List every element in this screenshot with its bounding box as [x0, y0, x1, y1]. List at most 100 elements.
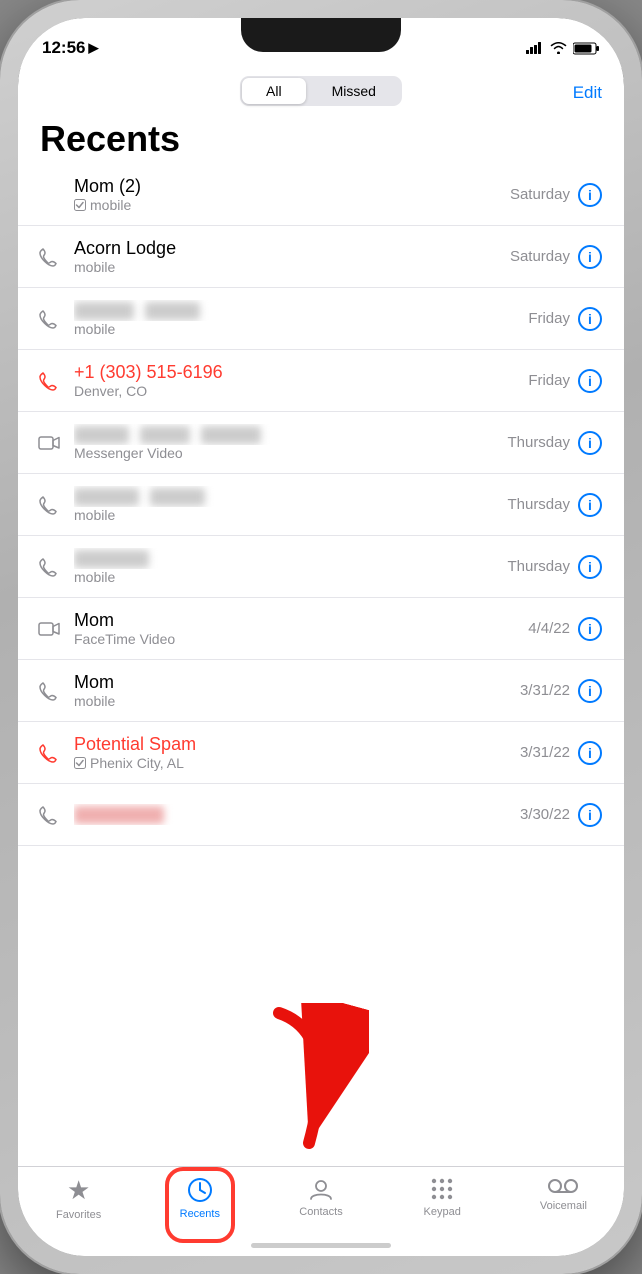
call-type-icon [34, 242, 64, 272]
call-info: +1 (303) 515-6196 Denver, CO [74, 362, 528, 399]
video-icon [38, 435, 60, 451]
call-item[interactable]: mobile Friday i [18, 288, 624, 350]
tab-label-voicemail: Voicemail [540, 1200, 587, 1212]
tab-label-contacts: Contacts [299, 1206, 342, 1218]
tab-item-keypad[interactable]: Keypad [382, 1175, 503, 1218]
call-right: Thursday i [507, 555, 602, 579]
info-button[interactable]: i [578, 493, 602, 517]
call-item[interactable]: +1 (303) 515-6196 Denver, CO Friday i [18, 350, 624, 412]
call-type-icon [34, 366, 64, 396]
notch [241, 18, 401, 52]
caller-name: +1 (303) 515-6196 [74, 362, 528, 383]
contacts-icon [307, 1175, 335, 1203]
info-button[interactable]: i [578, 369, 602, 393]
call-date: 3/31/22 [520, 744, 570, 761]
phone-icon [39, 681, 59, 701]
call-date: Saturday [510, 186, 570, 203]
call-item[interactable]: Messenger Video Thursday i [18, 412, 624, 474]
blurred-name [140, 426, 190, 444]
info-button[interactable]: i [578, 741, 602, 765]
caller-name: Mom [74, 672, 520, 693]
blurred-name [74, 806, 164, 824]
info-button[interactable]: i [578, 803, 602, 827]
tab-missed[interactable]: Missed [308, 78, 400, 104]
call-info: Potential Spam Phenix City, AL [74, 734, 520, 771]
call-item[interactable]: 3/30/22 i [18, 784, 624, 846]
tab-item-recents[interactable]: Recents [139, 1175, 260, 1220]
phone-frame: 12:56 ▶ [0, 0, 642, 1274]
page-title: Recents [18, 110, 624, 164]
status-time: 12:56 ▶ [42, 38, 98, 58]
call-info: Mom mobile [74, 672, 520, 709]
location-icon: ▶ [88, 40, 98, 56]
call-info: Mom FaceTime Video [74, 610, 528, 647]
keypad-icon [428, 1175, 456, 1203]
screen: 12:56 ▶ [18, 18, 624, 1256]
info-button[interactable]: i [578, 183, 602, 207]
call-item[interactable]: mobile Thursday i [18, 474, 624, 536]
call-subtype: Messenger Video [74, 445, 507, 461]
blurred-name [74, 488, 139, 506]
call-item[interactable]: Mom (2) mobile Saturday i [18, 164, 624, 226]
blurred-name [201, 426, 261, 444]
call-type-icon [34, 304, 64, 334]
segmented-wrap: All Missed [240, 76, 402, 106]
call-type-icon [34, 676, 64, 706]
info-button[interactable]: i [578, 617, 602, 641]
blurred-name [74, 302, 134, 320]
tab-all[interactable]: All [242, 78, 306, 104]
segmented-control: All Missed Edit [18, 68, 624, 110]
call-info: Messenger Video [74, 424, 507, 461]
phone-icon [39, 247, 59, 267]
call-item[interactable]: mobile Thursday i [18, 536, 624, 598]
call-info: Acorn Lodge mobile [74, 238, 510, 275]
call-info: Mom (2) mobile [74, 176, 510, 213]
phone-icon [39, 557, 59, 577]
call-item[interactable]: Mom mobile 3/31/22 i [18, 660, 624, 722]
call-right: Friday i [528, 307, 602, 331]
caller-name: Mom [74, 610, 528, 631]
status-icons [526, 42, 600, 55]
blurred-name [145, 302, 200, 320]
call-date: Thursday [507, 434, 570, 451]
call-subtype: mobile [74, 197, 510, 213]
call-subtype: FaceTime Video [74, 631, 528, 647]
call-date: Thursday [507, 558, 570, 575]
info-button[interactable]: i [578, 307, 602, 331]
blurred-name [150, 488, 205, 506]
call-right: Thursday i [507, 493, 602, 517]
call-right: 3/31/22 i [520, 679, 602, 703]
tab-label-keypad: Keypad [424, 1206, 461, 1218]
call-item[interactable]: Mom FaceTime Video 4/4/22 i [18, 598, 624, 660]
battery-icon [573, 42, 600, 55]
caller-name [74, 486, 507, 507]
info-button[interactable]: i [578, 679, 602, 703]
info-button[interactable]: i [578, 431, 602, 455]
tab-item-voicemail[interactable]: Voicemail [503, 1175, 624, 1212]
call-date: Saturday [510, 248, 570, 265]
phone-icon [39, 371, 59, 391]
call-item[interactable]: Acorn Lodge mobile Saturday i [18, 226, 624, 288]
call-date: Thursday [507, 496, 570, 513]
call-right: Saturday i [510, 245, 602, 269]
tab-item-contacts[interactable]: Contacts [260, 1175, 381, 1218]
call-subtype: Denver, CO [74, 383, 528, 399]
edit-button[interactable]: Edit [573, 83, 602, 103]
caller-name: Mom (2) [74, 176, 510, 197]
recents-clock-icon [185, 1175, 215, 1205]
call-subtype: mobile [74, 693, 520, 709]
info-button[interactable]: i [578, 555, 602, 579]
call-type-icon [34, 490, 64, 520]
info-button[interactable]: i [578, 245, 602, 269]
call-type-icon [34, 800, 64, 830]
tab-item-favorites[interactable]: ★ Favorites [18, 1175, 139, 1221]
tab-label-favorites: Favorites [56, 1209, 101, 1221]
call-type-icon [34, 614, 64, 644]
checkmark-icon [74, 757, 86, 769]
call-item[interactable]: Potential Spam Phenix City, AL 3/31/22 i [18, 722, 624, 784]
call-subtype: mobile [74, 321, 528, 337]
call-info: mobile [74, 548, 507, 585]
phone-icon [39, 805, 59, 825]
call-date: 4/4/22 [528, 620, 570, 637]
phone-icon [39, 495, 59, 515]
